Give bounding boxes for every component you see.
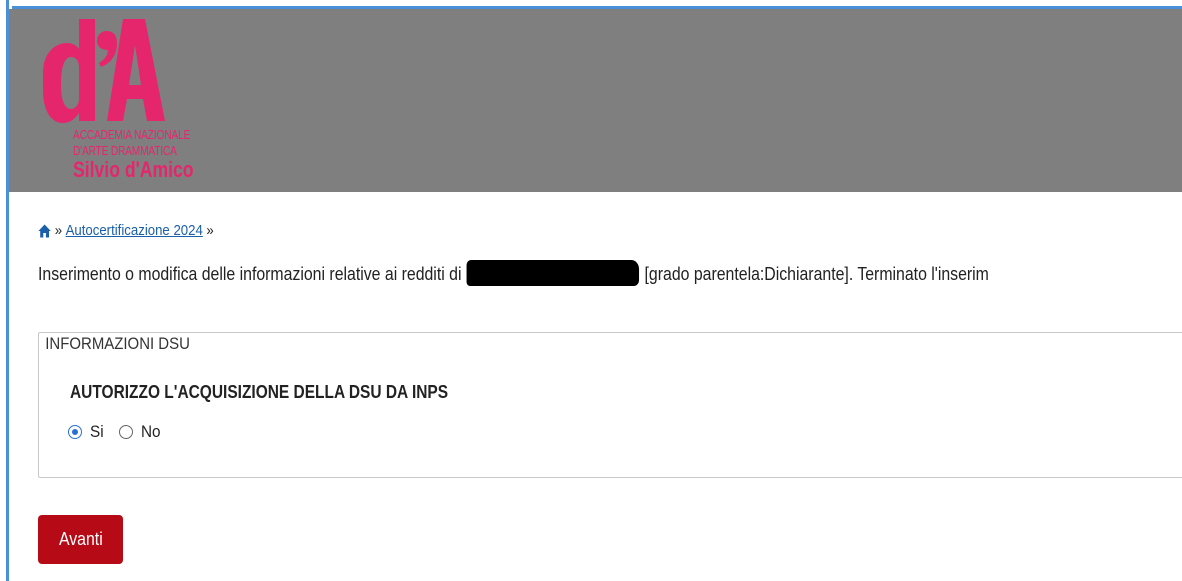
logo-monogram-icon	[43, 19, 165, 123]
breadcrumb: » Autocertificazione 2024 »	[38, 222, 214, 239]
logo-text-line3: Silvio d'Amico	[73, 157, 194, 182]
dsu-authorization-question: AUTORIZZO L'ACQUISIZIONE DELLA DSU DA IN…	[70, 382, 449, 402]
logo-text-line2: D'ARTE DRAMMATICA	[73, 143, 177, 158]
radio-si[interactable]	[68, 425, 82, 439]
dsu-fieldset	[38, 332, 1182, 478]
dsu-legend: INFORMAZIONI DSU	[40, 334, 192, 354]
logo-text-line1: ACCADEMIA NAZIONALE	[73, 127, 191, 142]
radio-no-label[interactable]: No	[141, 422, 161, 442]
academy-logo[interactable]: ACCADEMIA NAZIONALE D'ARTE DRAMMATICA Si…	[37, 15, 227, 187]
intro-text-before: Inserimento o modifica delle informazion…	[38, 263, 462, 284]
radio-no[interactable]	[119, 425, 134, 439]
site-header: ACCADEMIA NAZIONALE D'ARTE DRAMMATICA Si…	[9, 9, 1182, 192]
redacted-name	[466, 260, 640, 286]
intro-text-after: [grado parentela:Dichiarante]. Terminato…	[644, 263, 989, 284]
dsu-radio-group: Si No	[68, 422, 177, 442]
avanti-button-label: Avanti	[58, 529, 103, 549]
radio-si-label[interactable]: Si	[90, 422, 104, 442]
breadcrumb-link-autocertificazione[interactable]: Autocertificazione 2024	[66, 222, 203, 239]
avanti-button[interactable]: Avanti	[38, 515, 123, 564]
breadcrumb-separator: »	[54, 222, 63, 239]
home-icon[interactable]	[38, 224, 51, 238]
breadcrumb-separator: »	[206, 222, 214, 239]
intro-text: Inserimento o modifica delle informazion…	[38, 260, 989, 288]
